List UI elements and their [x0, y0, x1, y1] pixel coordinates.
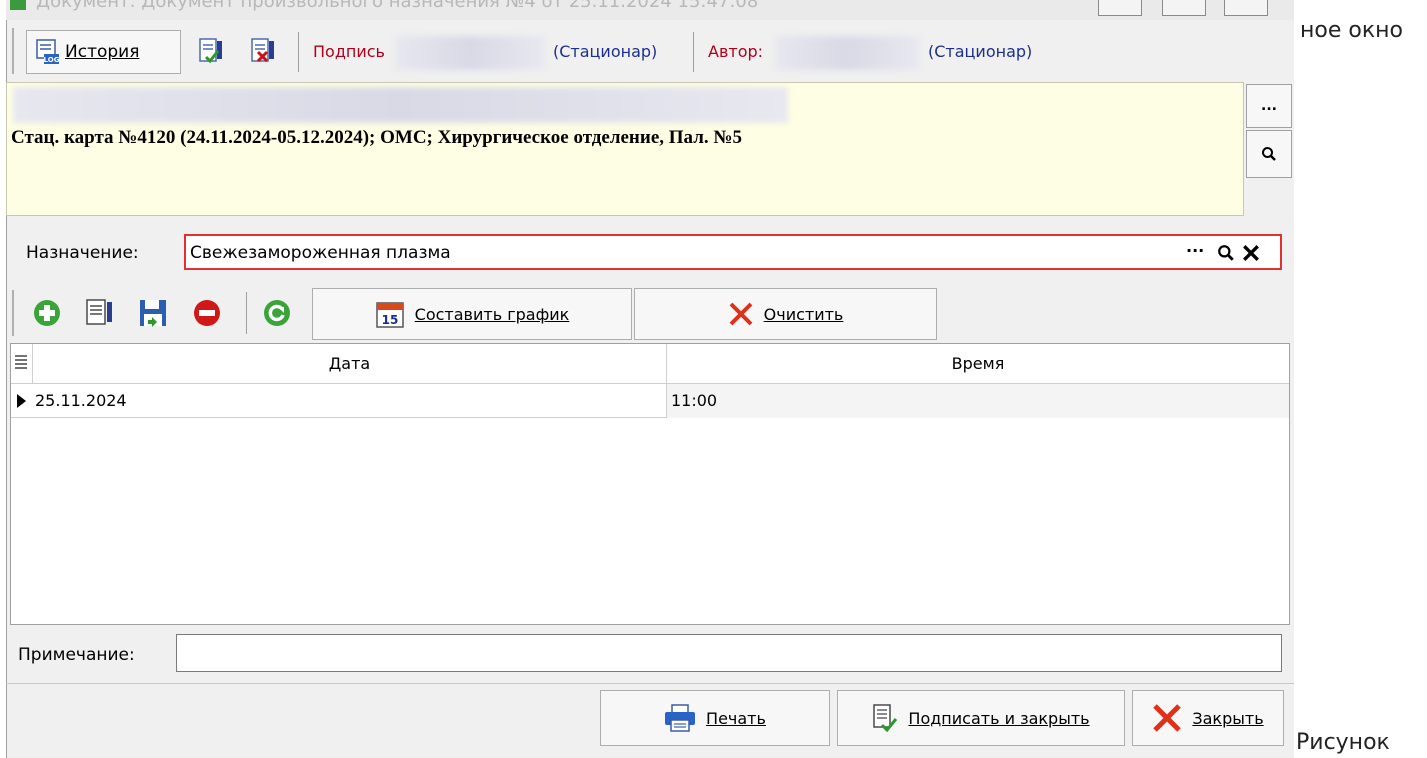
- author-dept: (Стационар): [928, 42, 1033, 61]
- clear-button[interactable]: Очистить: [634, 288, 937, 340]
- patient-name-redacted: [13, 87, 788, 123]
- make-schedule-button[interactable]: 15 Составить график: [312, 288, 632, 340]
- refresh-icon[interactable]: [262, 298, 292, 328]
- column-header-time[interactable]: Время: [667, 344, 1289, 384]
- app-icon: [10, 0, 26, 10]
- close-label: Закрыть: [1192, 708, 1264, 728]
- history-button[interactable]: LOG История: [26, 30, 181, 74]
- sign-check-button[interactable]: [188, 30, 234, 74]
- patient-info-panel: Стац. карта №4120 (24.11.2024-05.12.2024…: [6, 82, 1244, 216]
- close-window-button[interactable]: [1224, 0, 1268, 16]
- make-schedule-label: Составить график: [414, 304, 570, 324]
- sign-and-close-label: Подписать и закрыть: [908, 708, 1090, 728]
- page-fragment-bottom: Рисунок: [1296, 730, 1390, 755]
- signature-dept: (Стационар): [553, 42, 658, 61]
- page-fragment-top: ное окно: [1300, 18, 1403, 43]
- document-check-icon: [199, 38, 222, 64]
- document-cross-icon: [251, 38, 274, 63]
- close-button[interactable]: Закрыть: [1132, 690, 1284, 746]
- svg-text:LOG: LOG: [44, 56, 59, 64]
- minimize-button[interactable]: [1098, 0, 1142, 16]
- grid-toolbar-separator-2: [246, 292, 247, 334]
- delete-icon[interactable]: [192, 298, 222, 328]
- row-current-pointer-icon: [11, 384, 33, 418]
- author-label: Автор:: [708, 42, 764, 61]
- edit-document-icon[interactable]: [84, 298, 114, 328]
- note-label: Примечание:: [18, 645, 135, 665]
- toolbar-separator: [298, 32, 299, 72]
- log-icon: LOG: [35, 39, 60, 65]
- assignment-label: Назначение:: [26, 243, 139, 263]
- column-header-date[interactable]: Дата: [33, 344, 667, 384]
- signature-name-redacted: [395, 36, 545, 70]
- assignment-value: Свежезамороженная плазма: [190, 243, 451, 263]
- close-red-x-icon: [1153, 704, 1182, 732]
- add-icon[interactable]: [32, 298, 62, 328]
- calendar-day: 15: [381, 313, 398, 327]
- footer-divider: [6, 683, 1294, 684]
- row-selector-header-icon[interactable]: [11, 344, 33, 384]
- search-icon: [1262, 147, 1276, 161]
- author-name-redacted: [775, 36, 920, 70]
- history-label: История: [65, 42, 140, 62]
- red-x-icon: [729, 302, 753, 326]
- info-more-button[interactable]: ...: [1246, 84, 1292, 128]
- title-bar: Документ: Документ произвольного назначе…: [6, 0, 1294, 20]
- assignment-clear-icon[interactable]: [1242, 244, 1260, 262]
- schedule-grid: Дата Время 25.11.2024 11:00: [10, 343, 1290, 625]
- grid-header-row: Дата Время: [11, 344, 1289, 384]
- cell-date[interactable]: 25.11.2024: [33, 384, 667, 418]
- sign-and-close-button[interactable]: Подписать и закрыть: [837, 690, 1125, 746]
- toolbar-separator-2: [693, 32, 694, 72]
- toolbar-left-separator: [12, 28, 14, 74]
- card-info-text: Стац. карта №4120 (24.11.2024-05.12.2024…: [11, 127, 742, 148]
- cell-time[interactable]: 11:00: [667, 384, 1289, 418]
- clear-label: Очистить: [763, 304, 844, 324]
- table-row[interactable]: 25.11.2024 11:00: [11, 384, 1289, 418]
- save-icon[interactable]: [138, 298, 168, 328]
- unsign-button[interactable]: [240, 30, 286, 74]
- grid-toolbar-separator: [12, 290, 14, 336]
- assignment-more-button[interactable]: ···: [1186, 241, 1204, 260]
- signature-label: Подпись: [313, 42, 385, 61]
- note-input[interactable]: [176, 634, 1282, 672]
- sign-document-icon: [873, 704, 898, 732]
- maximize-button[interactable]: [1162, 0, 1206, 16]
- assignment-field[interactable]: Свежезамороженная плазма ···: [184, 234, 1282, 270]
- calendar-icon: 15: [375, 302, 404, 328]
- assignment-search-icon[interactable]: [1217, 244, 1235, 262]
- print-label: Печать: [706, 708, 766, 728]
- window-title: Документ: Документ произвольного назначе…: [36, 0, 759, 12]
- info-search-button[interactable]: [1246, 130, 1292, 178]
- printer-icon: [665, 704, 696, 732]
- print-button[interactable]: Печать: [600, 690, 830, 746]
